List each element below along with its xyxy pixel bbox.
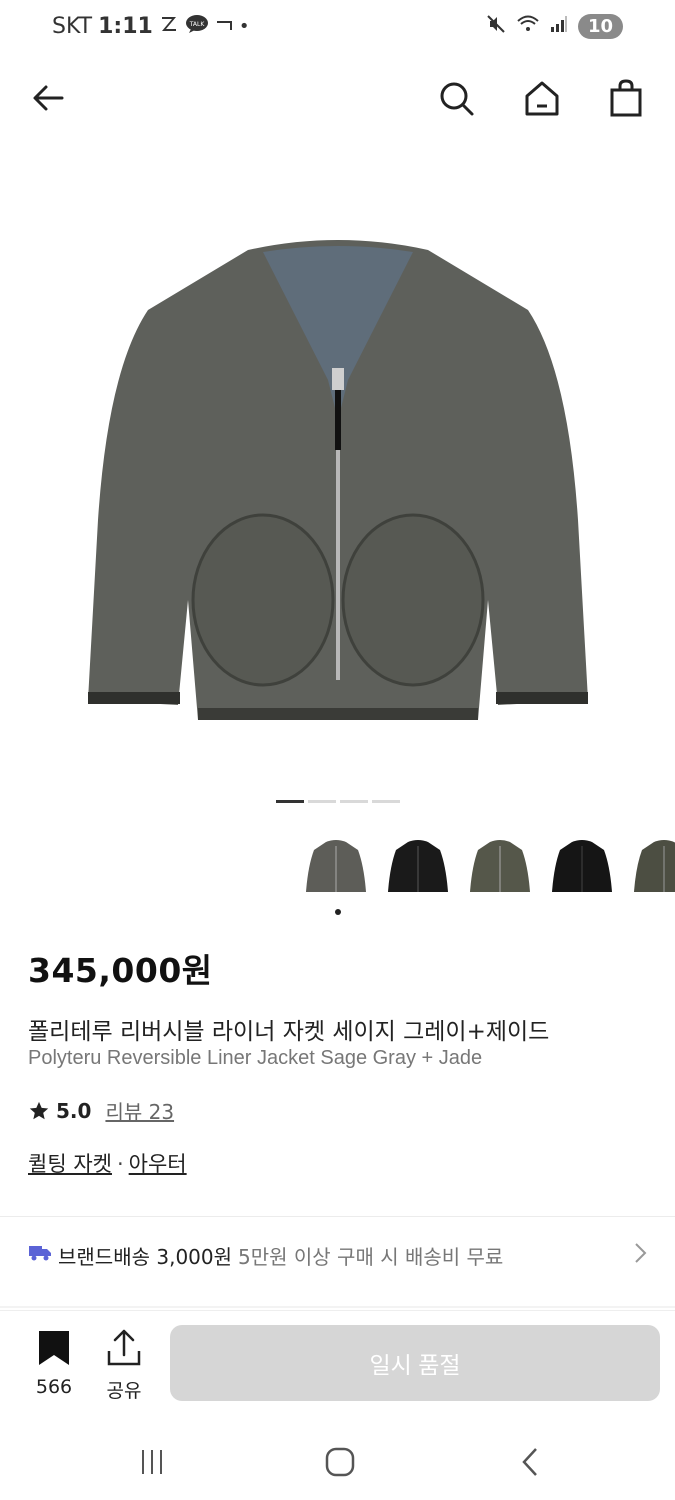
thumbnail-1[interactable] [304,834,368,898]
image-pager [276,800,400,803]
mute-icon [486,14,506,39]
home-button[interactable] [518,74,566,122]
recent-apps-icon [142,1450,162,1474]
jacket-thumbnail-image [388,840,448,892]
shopping-bag-icon [610,79,642,117]
bookmark-count: 566 [35,1376,73,1398]
thumbnail-5[interactable] [632,834,675,898]
shipping-label: 브랜드배송 3,000원 [58,1245,233,1269]
talk-bubble-icon: TALK [185,14,209,39]
product-name-english: Polyteru Reversible Liner Jacket Sage Gr… [28,1047,483,1069]
system-back-icon [522,1448,537,1476]
pager-dot [340,800,368,803]
jacket-thumbnail-image [634,840,675,892]
jacket-image [87,240,588,720]
status-bar: SKT 1:11 TALK • 10 [0,0,675,58]
cast-icon [215,16,233,37]
system-navigation-bar [0,1420,675,1500]
selected-thumbnail-indicator [335,909,341,915]
pager-dot [372,800,400,803]
clock: 1:11 [98,14,153,39]
soldout-button[interactable]: 일시 품절 [170,1325,660,1401]
share-label: 공유 [106,1380,142,1402]
signal-icon [550,15,568,38]
rating-score: 5.0 [56,1098,92,1123]
carrier-label: SKT [52,14,93,39]
recent-apps-button[interactable] [132,1442,172,1482]
wifi-icon [516,14,540,39]
system-back-button[interactable] [510,1442,550,1482]
product-price: 345,000원 [28,951,213,990]
bottom-action-bar: 566 공유 일시 품절 [0,1310,675,1411]
shipping-note: 5만원 이상 구매 시 배송비 무료 [238,1245,504,1269]
category-breadcrumb: 퀼팅 자켓 · 아우터 [28,1148,187,1178]
home-icon [525,81,559,116]
shipping-text: 브랜드배송 3,000원 5만원 이상 구매 시 배송비 무료 [58,1241,503,1270]
category-link-quilting-jacket[interactable]: 퀼팅 자켓 [28,1152,112,1176]
search-button[interactable] [432,74,480,122]
star-icon [29,1101,49,1119]
share-button[interactable]: 공유 [94,1329,154,1403]
bookmark-icon [39,1331,69,1365]
reviews-link[interactable]: 리뷰 23 [105,1096,174,1125]
divider [0,1306,675,1308]
category-link-outer[interactable]: 아우터 [129,1152,187,1176]
product-name-korean: 폴리테루 리버시블 라이너 자켓 세이지 그레이+제이드 [28,1019,550,1045]
chevron-right-icon [633,1242,647,1268]
cart-button[interactable] [602,74,650,122]
status-left: SKT 1:11 TALK • [52,14,249,39]
jacket-thumbnail-image [470,840,530,892]
thumbnail-2[interactable] [386,834,450,898]
more-dot-icon: • [238,16,250,37]
back-button[interactable] [24,74,72,122]
divider [0,1216,675,1217]
category-separator: · [116,1152,124,1176]
shipping-info-row[interactable]: 브랜드배송 3,000원 5만원 이상 구매 시 배송비 무료 [0,1218,675,1288]
thumbnail-3[interactable] [468,834,532,898]
pager-dot [308,800,336,803]
search-icon [440,82,474,116]
truck-icon [28,1242,52,1266]
top-navigation [0,58,675,138]
status-right: 10 [486,14,623,39]
jacket-thumbnail-image [552,840,612,892]
pager-dot-active [276,800,304,803]
bookmark-button[interactable]: 566 [24,1329,84,1398]
system-home-icon [325,1447,355,1477]
color-thumbnail-list [304,834,675,898]
notification-z-icon [159,14,179,39]
share-icon [107,1329,141,1366]
product-image[interactable] [0,160,675,780]
svg-text:TALK: TALK [189,21,206,28]
jacket-thumbnail-image [306,840,366,892]
rating-row: 5.0 리뷰 23 [28,1096,174,1125]
back-arrow-icon [33,85,64,111]
battery-indicator: 10 [577,14,623,39]
system-home-button[interactable] [320,1442,360,1482]
thumbnail-4[interactable] [550,834,614,898]
